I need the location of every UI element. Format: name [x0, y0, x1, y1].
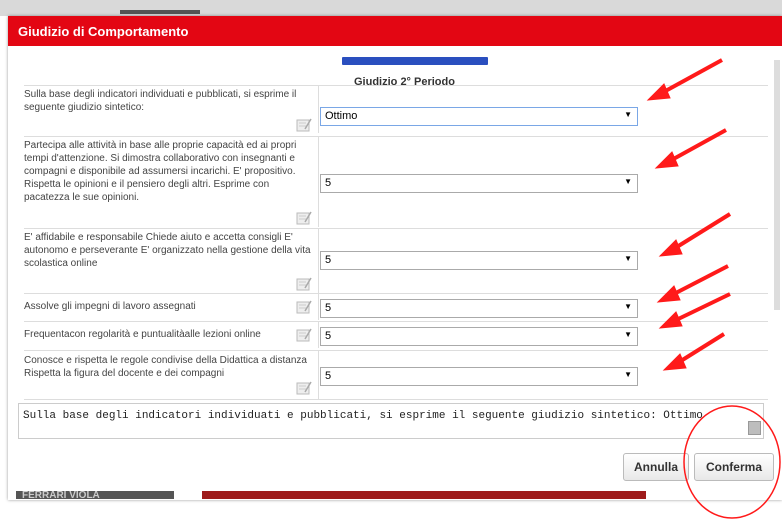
column-divider [318, 351, 319, 399]
row-label: Frequentacon regolarità e puntualitàalle… [24, 329, 261, 340]
table-row: E' affidabile e responsabile Chiede aiut… [24, 228, 768, 293]
table-row: Conosce e rispetta le regole condivise d… [24, 350, 768, 400]
dropdown-arrow-icon: ▼ [624, 302, 632, 311]
select-value: 5 [325, 302, 332, 314]
dad-rules-select[interactable]: 5 ▼ [320, 367, 638, 386]
table-row: Sulla base degli indicatori individuati … [24, 85, 768, 133]
participation-select[interactable]: 5 ▼ [320, 174, 638, 193]
dropdown-arrow-icon: ▼ [624, 110, 632, 119]
summary-text: Sulla base degli indicatori individuati … [23, 410, 703, 422]
column-divider [318, 137, 319, 227]
synthetic-judgment-select[interactable]: Ottimo ▼ [320, 107, 638, 126]
row-label: Assolve gli impegni di lavoro assegnati [24, 301, 196, 312]
attendance-select[interactable]: 5 ▼ [320, 327, 638, 346]
column-divider [318, 229, 319, 293]
select-value: 5 [325, 370, 332, 382]
work-commitments-select[interactable]: 5 ▼ [320, 299, 638, 318]
row-label: Conosce e rispetta le regole condivise d… [24, 355, 307, 379]
cancel-button[interactable]: Annulla [623, 453, 689, 481]
row-label: Partecipa alle attività in base alle pro… [24, 140, 297, 203]
dialog-title-bar: Giudizio di Comportamento [8, 16, 782, 46]
edit-note-icon[interactable] [296, 118, 312, 132]
select-value: Ottimo [325, 110, 358, 122]
edit-note-icon[interactable] [296, 300, 312, 314]
row-label: Sulla base degli indicatori individuati … [24, 89, 297, 113]
dropdown-arrow-icon: ▼ [624, 370, 632, 379]
textarea-scrollbar[interactable] [748, 421, 761, 435]
select-value: 5 [325, 254, 332, 266]
select-value: 5 [325, 177, 332, 189]
background-grade-bar [202, 491, 646, 499]
confirm-button[interactable]: Conferma [694, 453, 774, 481]
table-row: Assolve gli impegni di lavoro assegnati … [24, 293, 768, 320]
edit-note-icon[interactable] [296, 211, 312, 225]
student-name-redacted [342, 57, 488, 65]
edit-note-icon[interactable] [296, 381, 312, 395]
column-divider [318, 322, 319, 348]
background-top-bar [0, 0, 782, 16]
reliability-select[interactable]: 5 ▼ [320, 251, 638, 270]
select-value: 5 [325, 330, 332, 342]
dialog-title: Giudizio di Comportamento [18, 24, 189, 39]
dropdown-arrow-icon: ▼ [624, 254, 632, 263]
edit-note-icon[interactable] [296, 277, 312, 291]
background-student-name: FERRARI VIOLA [22, 490, 100, 501]
column-divider [318, 86, 319, 133]
row-label: E' affidabile e responsabile Chiede aiut… [24, 232, 311, 269]
dropdown-arrow-icon: ▼ [624, 177, 632, 186]
summary-textarea[interactable]: Sulla base degli indicatori individuati … [18, 403, 764, 439]
column-divider [318, 294, 319, 320]
table-row: Frequentacon regolarità e puntualitàalle… [24, 321, 768, 348]
dropdown-arrow-icon: ▼ [624, 330, 632, 339]
edit-note-icon[interactable] [296, 328, 312, 342]
background-top-accent [120, 10, 200, 14]
table-row: Partecipa alle attività in base alle pro… [24, 136, 768, 227]
dialog-scrollbar[interactable] [774, 60, 780, 310]
